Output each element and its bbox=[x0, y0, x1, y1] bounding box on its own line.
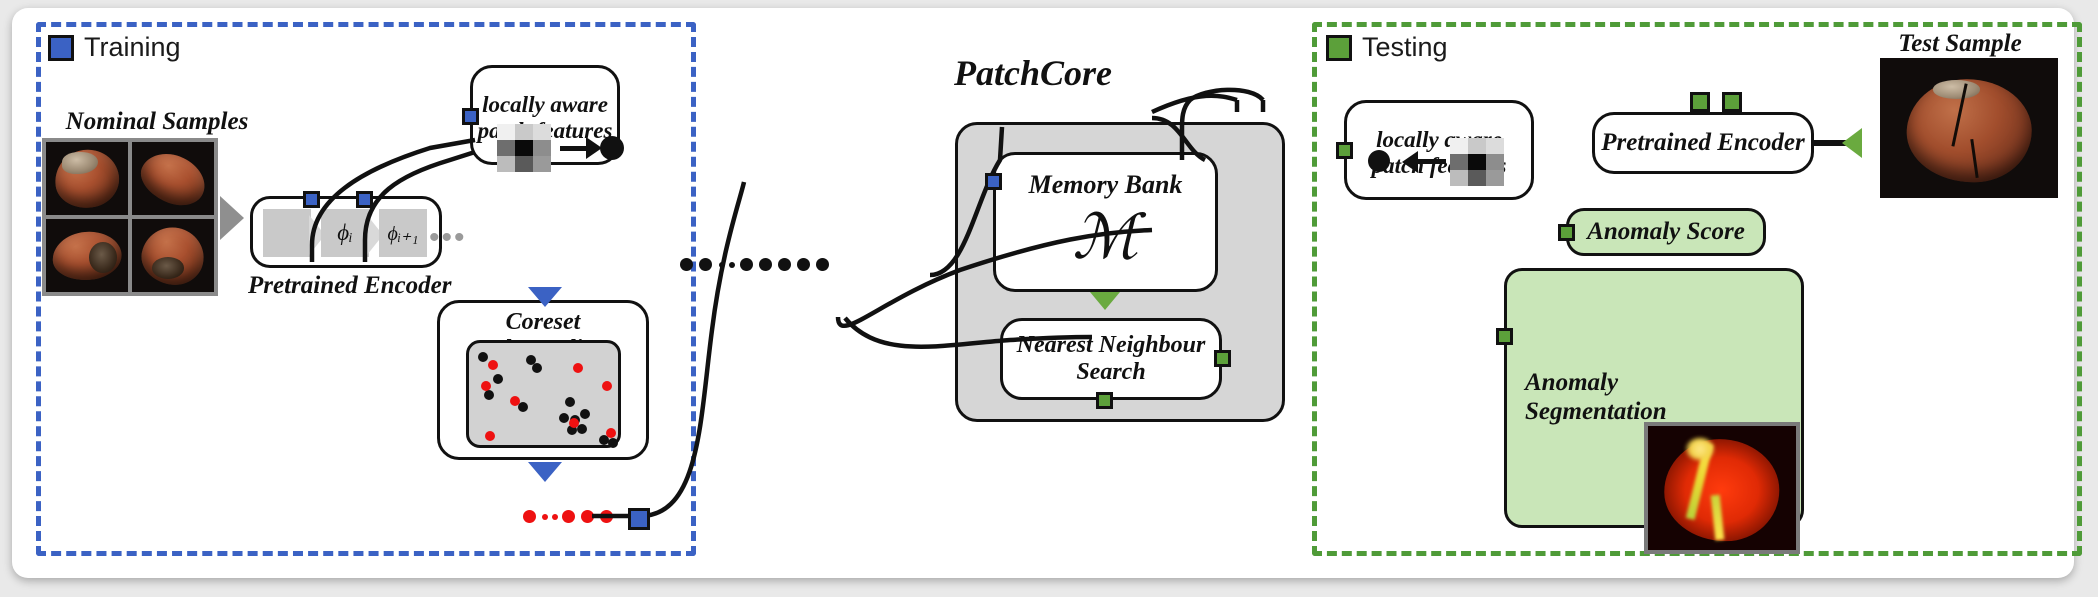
encoder-phi-i1-port bbox=[356, 191, 373, 208]
testing-encoder-port-a bbox=[1690, 92, 1710, 112]
encoder-phi-i-port bbox=[303, 191, 320, 208]
anomaly-score-port bbox=[1558, 224, 1575, 241]
coreset-input-triangle bbox=[528, 287, 562, 307]
figure-canvas: Training Nominal Samples ϕᵢ ϕᵢ₊₁ ••• Pre… bbox=[0, 0, 2098, 597]
coreset-output-triangle bbox=[528, 462, 562, 482]
connector-wires bbox=[309, 87, 1266, 519]
anomaly-segmentation-port bbox=[1496, 328, 1513, 345]
memory-bank-input-port bbox=[985, 173, 1002, 190]
test-sample-arrow-head bbox=[1842, 128, 1862, 158]
testing-patch-features-port bbox=[1336, 142, 1353, 159]
training-patch-features-port bbox=[462, 108, 479, 125]
nn-output-bottom-port bbox=[1096, 392, 1113, 409]
nn-output-right-port bbox=[1214, 350, 1231, 367]
testing-encoder-port-b bbox=[1722, 92, 1742, 112]
coreset-output-port bbox=[628, 508, 650, 530]
memory-bank-to-nn-triangle bbox=[1090, 292, 1120, 310]
